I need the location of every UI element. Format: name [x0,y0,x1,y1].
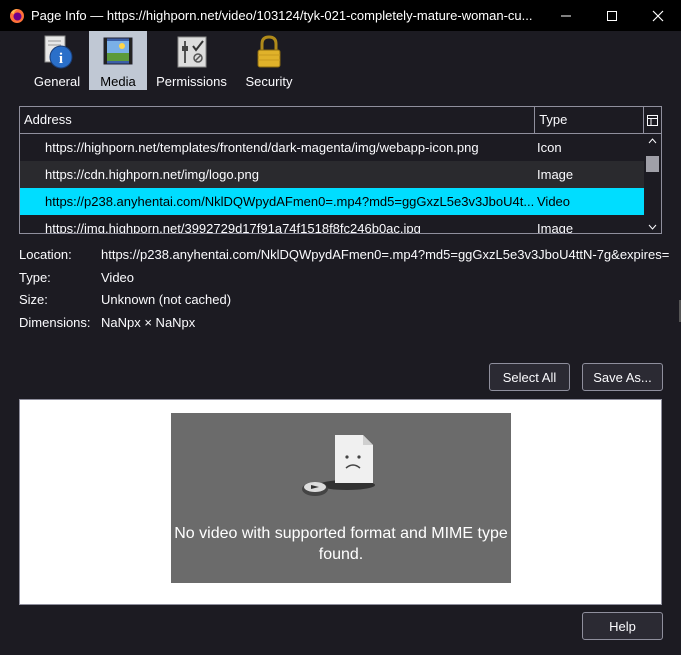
media-list[interactable]: Address Type https://highporn.net/templa… [19,106,662,234]
media-icon [103,37,133,65]
broken-file-icon [302,435,375,496]
save-as-button[interactable]: Save As... [582,363,663,391]
media-details: Location: https://p238.anyhentai.com/Nkl… [19,247,681,337]
cell-type: Image [537,221,574,234]
scroll-down-button[interactable] [644,220,661,233]
size-label: Size: [19,292,48,307]
tab-toolbar: i General Media Permissions Security [0,31,681,91]
close-icon [652,10,664,21]
cell-address: https://p238.anyhentai.com/NklDQWpydAFme… [45,194,535,209]
type-value: Video [101,269,135,285]
window-title: Page Info — https://highporn.net/video/1… [31,8,533,23]
tab-label-general: General [33,74,81,89]
table-row[interactable]: https://highporn.net/templates/frontend/… [20,134,644,161]
padlock-icon [257,35,281,68]
detail-type: Type: Video [19,270,681,293]
info-icon: i [44,35,73,69]
tab-general[interactable]: i General [28,31,86,90]
minimize-button[interactable] [543,0,589,31]
close-button[interactable] [635,0,681,31]
scroll-thumb[interactable] [646,156,659,172]
media-list-scrollbar[interactable] [644,134,661,233]
dimensions-value: NaNpx × NaNpx [101,314,196,330]
detail-dimensions: Dimensions: NaNpx × NaNpx [19,315,681,338]
type-label: Type: [19,269,51,285]
table-row[interactable]: https://cdn.highporn.net/img/logo.png Im… [20,161,644,188]
firefox-icon [10,8,24,23]
tab-security[interactable]: Security [240,31,298,90]
column-header-address[interactable]: Address [20,107,536,133]
cell-type: Icon [537,140,562,155]
video-player[interactable]: No video with supported format and MIME … [171,413,511,583]
column-picker-icon [647,114,658,126]
chevron-down-icon [648,224,657,230]
permissions-icon [177,36,206,68]
dimensions-label: Dimensions: [19,314,91,330]
video-error-message: No video with supported format and MIME … [174,525,508,563]
table-row[interactable]: https://img.highporn.net/3992729d17f91a7… [20,215,644,234]
media-list-header: Address Type [20,107,661,134]
maximize-button[interactable] [589,0,635,31]
tab-label-permissions: Permissions [156,74,227,89]
tab-label-security: Security [245,74,293,89]
chevron-up-icon [648,138,657,144]
media-preview: No video with supported format and MIME … [19,399,662,605]
location-value: https://p238.anyhentai.com/NklDQWpydAFme… [101,247,670,262]
tab-media[interactable]: Media [89,31,147,90]
cell-type: Video [537,194,571,209]
column-picker-button[interactable] [643,107,661,133]
column-header-type[interactable]: Type [535,107,643,133]
select-all-button[interactable]: Select All [489,363,570,391]
detail-location: Location: https://p238.anyhentai.com/Nkl… [19,247,681,270]
location-label: Location: [19,247,72,262]
maximize-icon [607,10,617,21]
tab-label-media: Media [100,74,136,89]
help-button[interactable]: Help [582,612,663,640]
cell-address: https://cdn.highporn.net/img/logo.png [45,167,259,182]
minimize-icon [561,15,571,16]
media-rows: https://highporn.net/templates/frontend/… [20,134,644,234]
cell-address: https://img.highporn.net/3992729d17f91a7… [45,221,421,234]
table-row-selected[interactable]: https://p238.anyhentai.com/NklDQWpydAFme… [20,188,644,215]
tab-permissions[interactable]: Permissions [151,31,232,90]
svg-text:i: i [59,51,63,67]
scroll-up-button[interactable] [644,134,661,148]
cell-address: https://highporn.net/templates/frontend/… [45,140,479,155]
title-bar: Page Info — https://highporn.net/video/1… [0,0,681,31]
detail-size: Size: Unknown (not cached) [19,292,681,315]
size-value: Unknown (not cached) [101,292,232,307]
cell-type: Image [537,167,574,182]
